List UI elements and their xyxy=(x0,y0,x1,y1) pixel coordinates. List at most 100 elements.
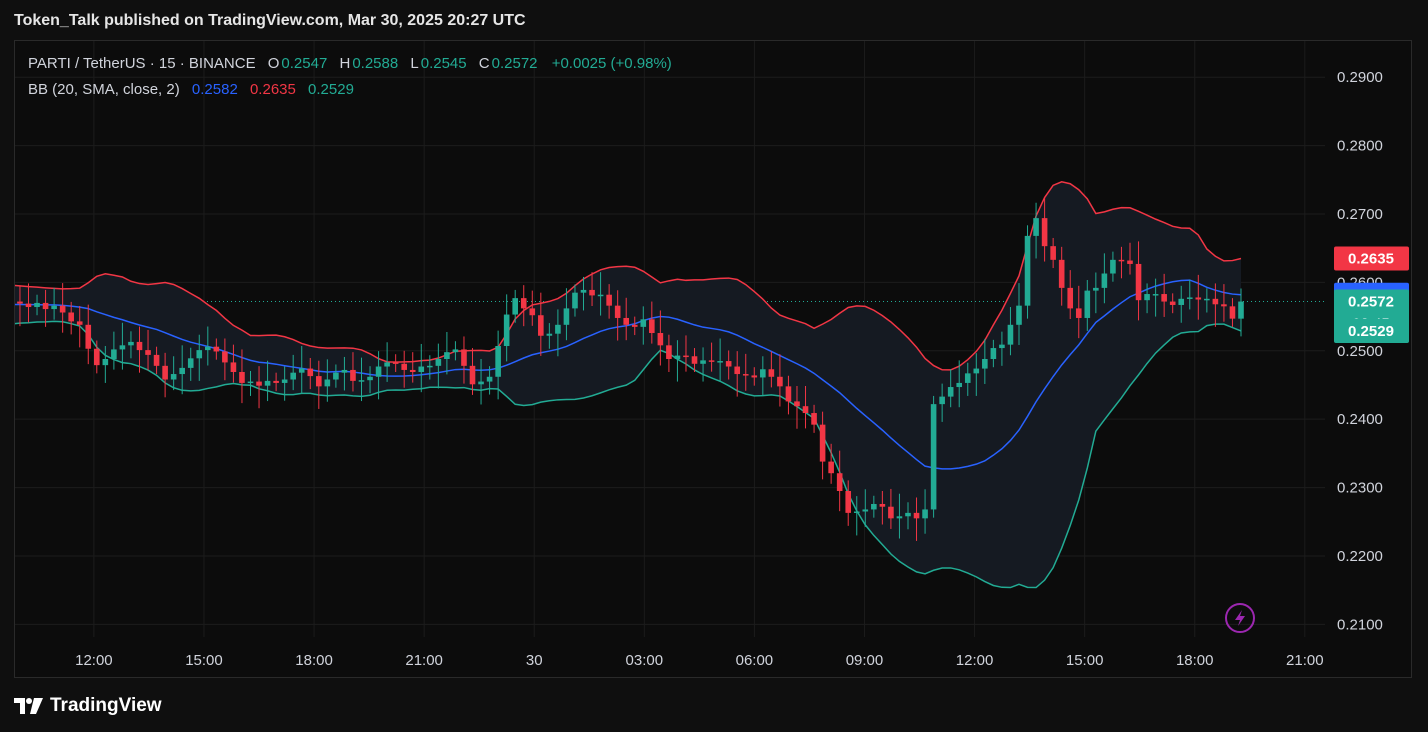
lightning-icon[interactable] xyxy=(1225,603,1255,633)
candle-body xyxy=(503,314,510,347)
candle-body xyxy=(1152,294,1159,296)
candle-body xyxy=(1033,218,1039,236)
candle-body xyxy=(777,376,783,387)
candle-body xyxy=(1135,263,1142,301)
candle-body xyxy=(1041,218,1048,247)
candle-body xyxy=(375,366,382,377)
x-tick-label: 03:00 xyxy=(626,652,664,669)
candle-body xyxy=(529,308,536,316)
candle-body xyxy=(213,346,220,352)
candle-body xyxy=(384,362,390,367)
candle-body xyxy=(836,473,843,491)
candle-body xyxy=(222,351,228,363)
candle-body xyxy=(819,424,826,462)
price-chart[interactable]: 0.29000.28000.27000.26000.25000.24000.23… xyxy=(15,41,1411,677)
candle-body xyxy=(939,396,945,405)
candle-body xyxy=(392,362,399,364)
x-tick-label: 15:00 xyxy=(1066,652,1104,669)
candle-body xyxy=(657,333,664,346)
candle-body xyxy=(589,289,595,296)
candle-body xyxy=(930,404,937,510)
candle-body xyxy=(700,360,706,364)
candle-body xyxy=(563,308,570,325)
candle-body xyxy=(17,301,23,304)
candle-body xyxy=(862,509,869,512)
candle-body xyxy=(435,359,442,366)
bollinger-bands xyxy=(15,181,1242,589)
high-value: 0.2588 xyxy=(352,55,399,72)
candle-body xyxy=(1186,297,1193,299)
candle-body xyxy=(478,381,484,385)
candle-body xyxy=(76,321,83,325)
candle-body xyxy=(486,376,493,382)
brand-footer[interactable]: TradingView xyxy=(14,693,162,719)
x-tick-label: 18:00 xyxy=(295,652,333,669)
candle-body xyxy=(538,315,544,336)
bb-basis-value: 0.2582 xyxy=(191,81,238,98)
candle-body xyxy=(85,324,92,349)
candle[interactable] xyxy=(930,395,937,518)
candle-body xyxy=(794,401,800,407)
candle-body xyxy=(1212,298,1219,305)
ohlc-legend[interactable]: PARTI / TetherUS · 15 · BINANCE O 0.2547 … xyxy=(28,55,674,72)
candle-body xyxy=(956,382,963,388)
lower-band-tag-text: 0.2529 xyxy=(1348,323,1394,340)
candle-body xyxy=(990,348,997,359)
brand-name: TradingView xyxy=(50,695,162,716)
bb-upper-value: 0.2635 xyxy=(249,81,296,98)
price-axis[interactable]: 0.29000.28000.27000.26000.25000.24000.23… xyxy=(1337,69,1383,633)
candle-body xyxy=(1127,260,1133,264)
candle-body xyxy=(674,355,681,359)
candle-body xyxy=(162,365,168,380)
candle-body xyxy=(1024,235,1031,306)
candle-body xyxy=(333,372,339,380)
y-tick-label: 0.2900 xyxy=(1337,69,1383,86)
symbol-label[interactable]: PARTI / TetherUS · 15 · BINANCE xyxy=(28,55,256,72)
candle-body xyxy=(649,319,655,334)
candle-body xyxy=(452,349,459,353)
candle-body xyxy=(298,368,305,373)
candle-body xyxy=(1007,324,1014,345)
candle-body xyxy=(239,371,245,383)
candle-body xyxy=(1084,290,1091,318)
candle-body xyxy=(68,312,74,322)
time-axis[interactable]: 12:00 15:00 18:00 21:00 30 03:00 06:00 09:00 12:… xyxy=(75,652,1323,669)
candle-body xyxy=(1238,301,1244,319)
candle-body xyxy=(811,413,817,425)
candle-body xyxy=(734,366,741,375)
candle-body xyxy=(768,369,775,377)
bb-label[interactable]: BB (20, SMA, close, 2) xyxy=(28,81,180,98)
candle-body xyxy=(708,360,715,362)
candle-body xyxy=(922,509,928,519)
candle-body xyxy=(1169,301,1176,305)
candle-body xyxy=(401,363,407,370)
candle-body xyxy=(982,359,988,369)
candle-body xyxy=(845,490,852,513)
candle-body xyxy=(273,380,279,383)
candle-body xyxy=(1118,259,1125,262)
x-tick-label: 18:00 xyxy=(1176,652,1214,669)
candle-body xyxy=(25,303,32,308)
candle-body xyxy=(358,380,365,382)
candle-body xyxy=(853,511,860,514)
close-value: 0.2572 xyxy=(491,55,538,72)
chart-panel[interactable]: 0.29000.28000.27000.26000.25000.24000.23… xyxy=(14,40,1412,678)
candle-body xyxy=(1058,259,1065,288)
upper-band-tag-text: 0.2635 xyxy=(1348,250,1394,267)
candle-body xyxy=(145,350,151,355)
candle[interactable] xyxy=(1024,225,1031,319)
candle-body xyxy=(888,506,894,519)
candle-body xyxy=(947,387,954,397)
candle-body xyxy=(1110,259,1116,274)
low-value: 0.2545 xyxy=(420,55,467,72)
candle-body xyxy=(905,512,911,517)
candle-body xyxy=(42,302,49,310)
candle-body xyxy=(631,324,638,327)
bb-legend[interactable]: BB (20, SMA, close, 2) 0.2582 0.2635 0.2… xyxy=(28,81,356,98)
candle-body xyxy=(1050,246,1056,260)
candle-body xyxy=(913,512,920,519)
candle-body xyxy=(341,369,348,373)
candle-body xyxy=(751,375,758,378)
candle-body xyxy=(102,359,109,366)
x-tick-label: 30 xyxy=(526,652,543,669)
